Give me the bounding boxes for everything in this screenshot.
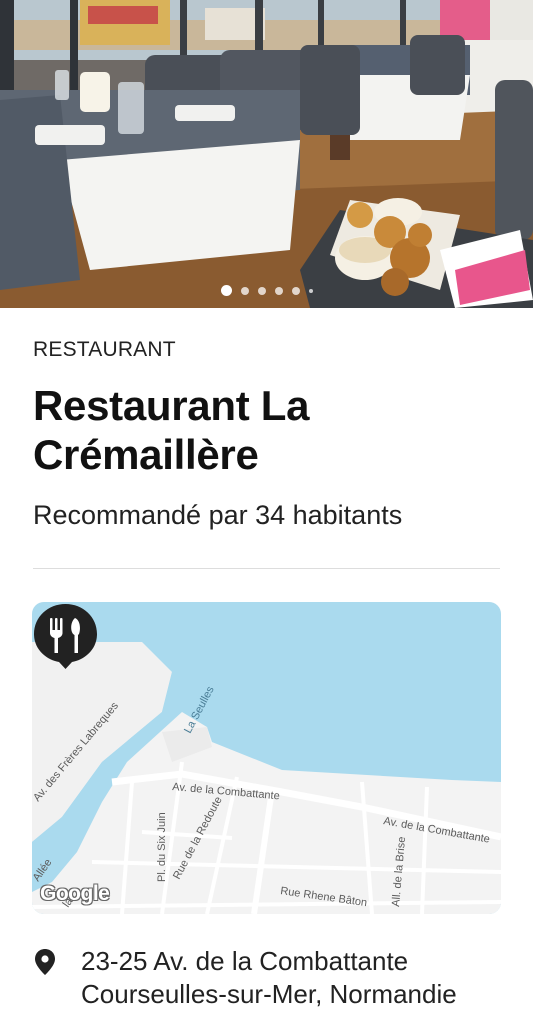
location-pin-icon (35, 949, 55, 975)
carousel-dot[interactable] (291, 286, 300, 295)
address-line-2: Courseulles-sur-Mer, Normandie (81, 979, 457, 1009)
divider (33, 568, 500, 569)
map-graphic: La Seulles Av. des Frères Labreques Av. … (32, 602, 501, 914)
carousel-dot[interactable] (240, 286, 249, 295)
carousel-dot[interactable] (274, 286, 283, 295)
location-map[interactable]: La Seulles Av. des Frères Labreques Av. … (32, 602, 501, 914)
map-label-six-juin: Pl. du Six Juin (156, 812, 168, 882)
hero-photo[interactable] (0, 0, 533, 308)
address-text: 23-25 Av. de la Combattante Courseulles-… (81, 945, 457, 1011)
carousel-dot[interactable] (257, 286, 266, 295)
map-attribution: Google (40, 882, 110, 905)
address-row[interactable]: 23-25 Av. de la Combattante Courseulles-… (33, 945, 503, 1011)
place-title: Restaurant La Crémaillère (33, 382, 310, 478)
recommendation-count: Recommandé par 34 habitants (33, 500, 403, 530)
address-line-1: 23-25 Av. de la Combattante (81, 946, 409, 976)
place-category: RESTAURANT (33, 338, 176, 361)
carousel-dot-active[interactable] (220, 285, 232, 296)
fork-knife-icon[interactable] (32, 602, 99, 669)
restaurant-interior-image (0, 0, 533, 308)
carousel-dots[interactable] (0, 285, 533, 296)
carousel-dot-more[interactable] (308, 288, 313, 293)
